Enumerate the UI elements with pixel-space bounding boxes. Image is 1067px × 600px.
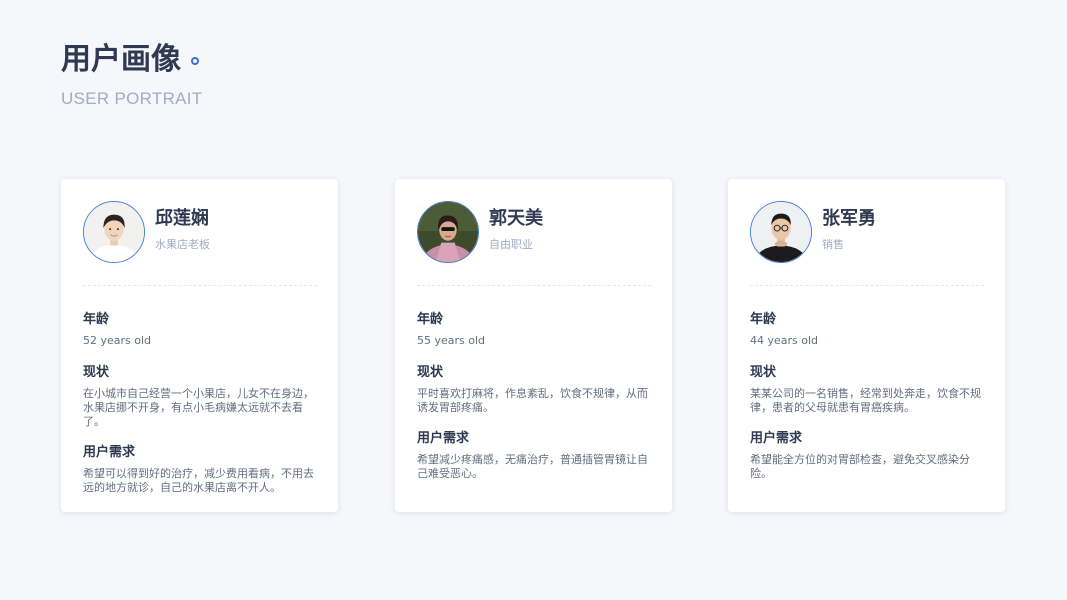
status-label: 现状 [417, 365, 444, 380]
age-value: 44 years old [750, 334, 819, 347]
avatar [750, 201, 812, 263]
persona-name: 郭天美 [489, 207, 543, 229]
avatar [83, 201, 145, 263]
needs-label: 用户需求 [750, 431, 803, 446]
persona-name: 邱莲娴 [155, 207, 209, 229]
status-text: 平时喜欢打麻将，作息紊乱，饮食不规律，从而诱发胃部疼痛。 [417, 387, 648, 414]
avatar-portrait [418, 202, 478, 262]
persona-name-block: 张军勇 销售 [822, 207, 876, 252]
persona-role: 自由职业 [489, 237, 533, 251]
page-title-row: 用户画像 [61, 40, 203, 80]
persona-name-block: 邱莲娴 水果店老板 [155, 207, 210, 252]
title-dot-decoration [191, 57, 199, 65]
age-label: 年龄 [83, 312, 110, 327]
persona-name-block: 郭天美 自由职业 [489, 207, 543, 252]
age-label: 年龄 [750, 312, 777, 327]
status-label: 现状 [83, 365, 110, 380]
status-text: 在小城市自己经营一个小果店，儿女不在身边，水果店挪不开身，有点小毛病嫌太远就不去… [83, 387, 314, 428]
avatar [417, 201, 479, 263]
age-label: 年龄 [417, 312, 444, 327]
needs-text: 希望可以得到好的治疗，减少费用看病，不用去远的地方就诊，自己的水果店离不开人。 [83, 467, 314, 494]
persona-role: 销售 [822, 237, 844, 251]
divider [83, 285, 317, 286]
avatar-portrait [84, 202, 144, 262]
page-header: 用户画像 USER PORTRAIT [61, 40, 203, 109]
status-text: 某某公司的一名销售，经常到处奔走，饮食不规律，患者的父母就患有胃癌疾病。 [750, 387, 981, 414]
needs-label: 用户需求 [83, 445, 136, 460]
needs-text: 希望能全方位的对胃部检查，避免交叉感染分险。 [750, 453, 970, 480]
persona-card: 邱莲娴 水果店老板 年龄 52 years old 现状 在小城市自己经营一个小… [61, 179, 338, 512]
persona-card: 张军勇 销售 年龄 44 years old 现状 某某公司的一名销售，经常到处… [728, 179, 1005, 512]
divider [750, 285, 984, 286]
status-label: 现状 [750, 365, 777, 380]
persona-role: 水果店老板 [155, 237, 210, 251]
persona-header: 邱莲娴 水果店老板 [83, 201, 316, 263]
persona-name: 张军勇 [822, 207, 876, 229]
age-value: 52 years old [83, 334, 152, 347]
needs-label: 用户需求 [417, 431, 470, 446]
persona-header: 郭天美 自由职业 [417, 201, 650, 263]
age-value: 55 years old [417, 334, 486, 347]
page: 用户画像 USER PORTRAIT 邱莲娴 水果店老板 年龄 52 years… [0, 0, 1067, 600]
persona-header: 张军勇 销售 [750, 201, 983, 263]
page-subtitle: USER PORTRAIT [61, 89, 203, 108]
avatar-portrait [751, 202, 811, 262]
needs-text: 希望减少疼痛感，无痛治疗，普通插管胃镜让自己难受恶心。 [417, 453, 648, 480]
persona-card: 郭天美 自由职业 年龄 55 years old 现状 平时喜欢打麻将，作息紊乱… [395, 179, 672, 512]
divider [417, 285, 651, 286]
page-title: 用户画像 [61, 42, 181, 77]
